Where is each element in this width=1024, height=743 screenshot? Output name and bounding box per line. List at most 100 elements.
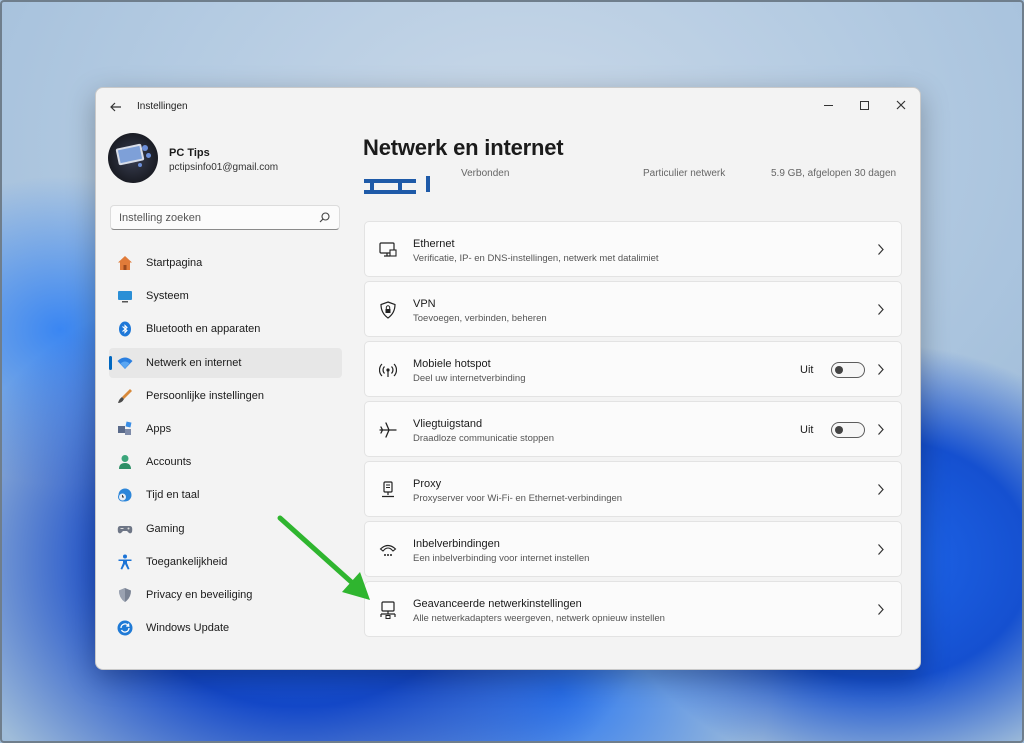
close-icon: [896, 100, 906, 110]
vpn-shield-icon: [380, 301, 396, 319]
ethernet-icon: [379, 242, 397, 257]
maximize-icon: [859, 100, 869, 110]
profile-name: PC Tips: [169, 147, 210, 159]
chevron-right-icon: [878, 544, 884, 555]
card-title: Inbelverbindingen: [413, 538, 500, 550]
toggle-knob: [835, 366, 843, 374]
system-icon: [118, 291, 132, 303]
sidebar-item-accounts[interactable]: Accounts: [109, 447, 342, 477]
sidebar-item-netwerk[interactable]: Netwerk en internet: [109, 347, 342, 378]
network-type: Particulier netwerk: [643, 168, 726, 179]
annotation-arrow-icon: [277, 515, 370, 600]
avatar: [108, 133, 158, 183]
card-subtitle: Verificatie, IP- en DNS-instellingen, ne…: [413, 253, 659, 264]
sidebar-item-label: Netwerk en internet: [146, 356, 242, 369]
shield-icon: [119, 587, 131, 602]
minimize-icon: [823, 104, 833, 106]
data-usage: 5.9 GB, afgelopen 30 dagen: [771, 168, 897, 179]
apps-icon: [118, 421, 132, 435]
home-icon: [118, 256, 132, 270]
toggle-state-label: Uit: [800, 364, 814, 376]
brush-icon: [118, 388, 132, 403]
sidebar-item-windows-update[interactable]: Windows Update: [109, 613, 342, 643]
minimize-button[interactable]: [810, 92, 846, 118]
mobile-hotspot-card[interactable]: Mobiele hotspot Deel uw internetverbindi…: [364, 341, 902, 397]
sidebar-item-systeem[interactable]: Systeem: [109, 281, 342, 311]
accessibility-icon: [118, 554, 132, 570]
card-subtitle: Alle netwerkadapters weergeven, netwerk …: [413, 613, 665, 624]
ethernet-card[interactable]: Ethernet Verificatie, IP- en DNS-instell…: [364, 221, 902, 277]
chevron-right-icon: [878, 604, 884, 615]
proxy-card[interactable]: Proxy Proxyserver voor Wi-Fi- en Etherne…: [364, 461, 902, 517]
close-button[interactable]: [883, 92, 919, 118]
airplane-mode-toggle[interactable]: [831, 422, 865, 438]
sidebar-item-label: Startpagina: [146, 257, 203, 269]
sidebar-item-label: Toegankelijkheid: [146, 555, 228, 568]
proxy-icon: [382, 481, 394, 498]
sidebar-item-label: Persoonlijke instellingen: [146, 389, 265, 402]
network-status-icon: [364, 176, 430, 194]
advanced-network-settings-card[interactable]: Geavanceerde netwerkinstellingen Alle ne…: [364, 581, 902, 637]
dialup-icon: [379, 544, 397, 556]
search-input[interactable]: Instelling zoeken: [110, 205, 340, 230]
card-subtitle: Draadloze communicatie stoppen: [413, 433, 554, 444]
card-title: VPN: [413, 298, 436, 310]
sidebar-item-startpagina[interactable]: Startpagina: [109, 248, 342, 278]
chevron-right-icon: [878, 244, 884, 255]
search-placeholder: Instelling zoeken: [119, 212, 201, 224]
chevron-right-icon: [878, 424, 884, 435]
card-subtitle: Een inbelverbinding voor internet instel…: [413, 553, 590, 564]
back-arrow-icon: [110, 102, 121, 112]
sidebar-item-label: Systeem: [146, 290, 189, 303]
maximize-button[interactable]: [846, 92, 882, 118]
network-status-strip: Verbonden Particulier netwerk 5.9 GB, af…: [363, 166, 903, 202]
update-icon: [117, 620, 133, 636]
sidebar-item-apps[interactable]: Apps: [109, 414, 342, 444]
chevron-right-icon: [878, 484, 884, 495]
title-bar: Instellingen: [96, 88, 920, 126]
search-icon: [319, 212, 330, 223]
airplane-icon: [379, 422, 397, 438]
back-button[interactable]: [106, 98, 126, 116]
chevron-right-icon: [878, 304, 884, 315]
hotspot-icon: [379, 363, 397, 377]
sidebar-item-label: Privacy en beveiliging: [146, 588, 253, 601]
sidebar-item-label: Bluetooth en apparaten: [146, 323, 261, 336]
sidebar-item-persoonlijk[interactable]: Persoonlijke instellingen: [109, 381, 342, 411]
wifi-icon: [117, 357, 133, 369]
settings-window: Instellingen PC Tips pctipsinfo01@gmail.…: [95, 87, 921, 670]
app-title: Instellingen: [137, 101, 188, 112]
airplane-mode-card[interactable]: Vliegtuigstand Draadloze communicatie st…: [364, 401, 902, 457]
vpn-card[interactable]: VPN Toevoegen, verbinden, beheren: [364, 281, 902, 337]
card-title: Proxy: [413, 478, 442, 490]
sidebar-item-tijd[interactable]: Tijd en taal: [109, 480, 342, 510]
card-title: Vliegtuigstand: [413, 418, 483, 430]
user-profile[interactable]: PC Tips pctipsinfo01@gmail.com: [108, 133, 338, 185]
sidebar-item-label: Windows Update: [146, 622, 230, 635]
page-title: Netwerk en internet: [363, 135, 564, 160]
card-title: Ethernet: [413, 238, 455, 250]
profile-email: pctipsinfo01@gmail.com: [169, 162, 279, 173]
gamepad-icon: [117, 525, 133, 533]
dialup-card[interactable]: Inbelverbindingen Een inbelverbinding vo…: [364, 521, 902, 577]
globe-clock-icon: [118, 488, 132, 502]
connection-status: Verbonden: [461, 168, 510, 179]
sidebar-item-label: Apps: [146, 422, 172, 435]
accounts-icon: [119, 455, 131, 470]
sidebar-item-label: Accounts: [146, 456, 192, 469]
chevron-right-icon: [878, 364, 884, 375]
bluetooth-icon: [119, 321, 131, 337]
settings-card-list: Ethernet Verificatie, IP- en DNS-instell…: [364, 221, 902, 641]
card-subtitle: Toevoegen, verbinden, beheren: [413, 313, 547, 324]
card-subtitle: Deel uw internetverbinding: [413, 373, 526, 384]
toggle-knob: [835, 426, 843, 434]
hotspot-toggle[interactable]: [831, 362, 865, 378]
sidebar-item-bluetooth[interactable]: Bluetooth en apparaten: [109, 314, 342, 344]
sidebar-item-label: Gaming: [146, 522, 185, 535]
toggle-state-label: Uit: [800, 424, 814, 436]
sidebar-item-label: Tijd en taal: [146, 489, 200, 502]
advanced-network-icon: [380, 601, 396, 619]
card-title: Geavanceerde netwerkinstellingen: [413, 598, 582, 610]
card-subtitle: Proxyserver voor Wi-Fi- en Ethernet-verb…: [413, 493, 623, 504]
card-title: Mobiele hotspot: [413, 358, 491, 370]
